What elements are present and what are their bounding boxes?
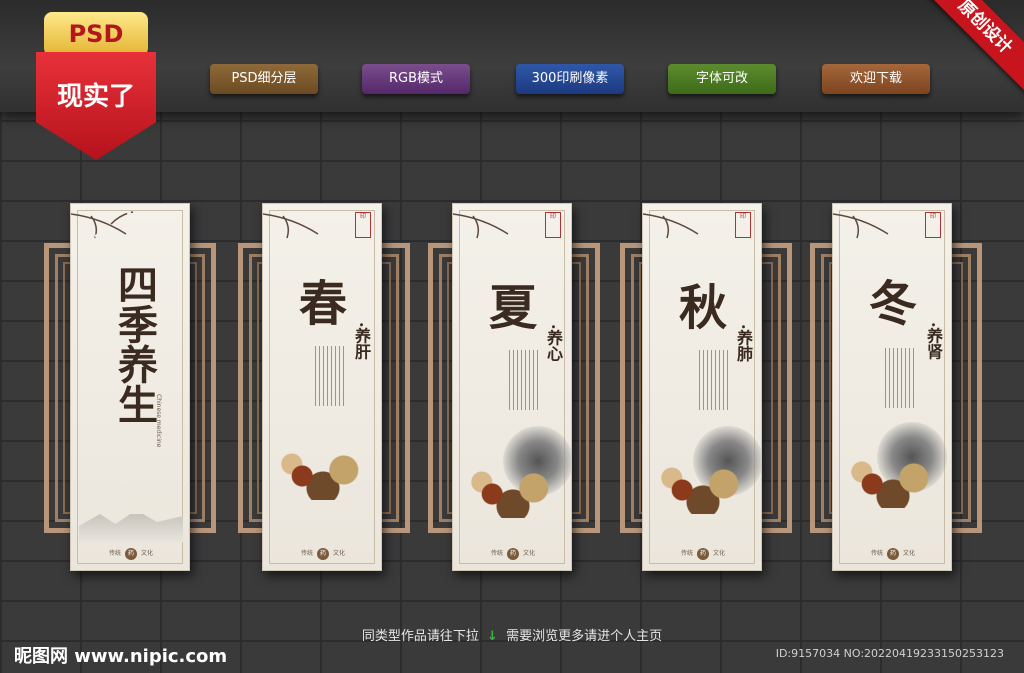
body-text-lines: [509, 350, 539, 410]
herbs-image: [271, 440, 375, 500]
image-id-text: ID:9157034 NO:20220419233150253123: [775, 647, 1004, 660]
red-seal-icon: 印: [925, 212, 941, 238]
footer-left: 传统: [490, 550, 503, 557]
panel-subtitle: ·养心: [544, 324, 563, 362]
bottom-hint-left: 同类型作品请往下拉: [361, 629, 479, 644]
tag-psd-layers: PSD细分层: [210, 64, 318, 94]
bottom-hint-right[interactable]: 需要浏览更多请进个人主页: [506, 629, 662, 644]
red-seal-icon: 印: [735, 212, 751, 238]
panel-footer: 传统药文化: [71, 548, 189, 560]
panel-summer: 印 夏 ·养心 传统药文化: [452, 203, 572, 571]
herbs-image: [841, 448, 945, 508]
psd-badge: PSD 现实了: [36, 12, 156, 160]
plum-branch-icon: [71, 211, 134, 239]
herbs-image: [461, 458, 565, 518]
footer-stamp: 药: [317, 548, 329, 560]
panel-winter: 印 冬 ·养肾 传统药文化: [832, 203, 952, 571]
red-seal-icon: 印: [545, 212, 561, 238]
panel-subtitle: ·养肝: [352, 322, 371, 360]
tag-welcome-download: 欢迎下载: [822, 64, 930, 94]
down-arrow-icon: ↓: [487, 629, 498, 644]
panel-autumn: 印 秋 ·养肺 传统药文化: [642, 203, 762, 571]
body-text-lines: [699, 350, 729, 410]
footer-left: 传统: [300, 550, 313, 557]
red-seal-icon: 印: [355, 212, 371, 238]
badge-psd-label: PSD: [44, 12, 148, 56]
body-text-lines: [885, 348, 915, 408]
footer-left: 传统: [870, 550, 883, 557]
tag-rgb-mode: RGB模式: [362, 64, 470, 94]
panel-footer: 传统药文化: [833, 548, 951, 560]
footer-stamp: 药: [887, 548, 899, 560]
panel-subtitle: ·养肺: [734, 324, 753, 362]
panel-subtitle: ·养肾: [924, 322, 943, 360]
tag-editable-font: 字体可改: [668, 64, 776, 94]
footer-left: 传统: [680, 550, 693, 557]
herbs-image: [651, 454, 755, 514]
body-text-lines: [315, 346, 345, 406]
footer-right: 文化: [141, 550, 154, 557]
footer-stamp: 药: [125, 548, 137, 560]
footer-left: 传统: [108, 550, 121, 557]
footer-stamp: 药: [507, 548, 519, 560]
panel-title: 四季养生: [111, 264, 158, 424]
tag-300-dpi: 300印刷像素: [516, 64, 624, 94]
panel-footer: 传统药文化: [453, 548, 571, 560]
footer-right: 文化: [523, 550, 536, 557]
badge-shield: 现实了: [36, 52, 156, 160]
panel-footer: 传统药文化: [263, 548, 381, 560]
panel-four-seasons: 四季养生 Chinese medicine 传统药文化: [70, 203, 190, 571]
panel-subtitle-en: Chinese medicine: [155, 394, 162, 448]
footer-stamp: 药: [697, 548, 709, 560]
site-logo[interactable]: 昵图网 www.nipic.com: [14, 642, 227, 668]
footer-right: 文化: [333, 550, 346, 557]
footer-right: 文化: [903, 550, 916, 557]
footer-right: 文化: [713, 550, 726, 557]
panel-footer: 传统药文化: [643, 548, 761, 560]
panel-spring: 印 春 ·养肝 传统药文化: [262, 203, 382, 571]
